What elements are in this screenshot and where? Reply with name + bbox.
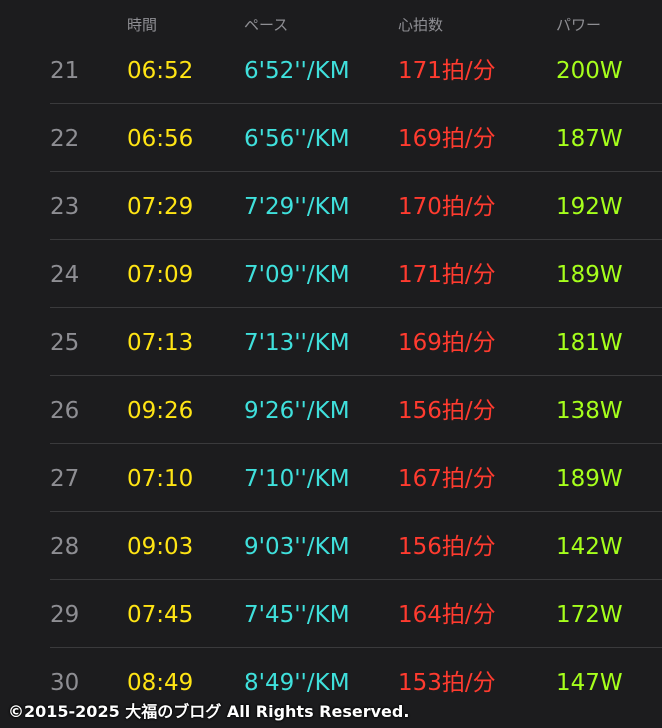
split-row[interactable]: 22 06:56 6'56''/KM 169拍/分 187W [0, 104, 662, 172]
split-index: 26 [50, 398, 80, 424]
split-time: 08:49 [127, 670, 194, 696]
split-pace: 7'29''/KM [244, 194, 350, 220]
copyright-watermark: ©2015-2025 大福のブログ All Rights Reserved. [8, 702, 410, 721]
split-heart-rate: 156拍/分 [398, 534, 496, 560]
split-power: 189W [556, 466, 623, 492]
splits-list: 21 06:52 6'52''/KM 171拍/分 200W 22 06:56 6'56''/… [0, 36, 662, 716]
split-row[interactable]: 21 06:52 6'52''/KM 171拍/分 200W [0, 36, 662, 104]
split-power: 200W [556, 58, 623, 84]
split-time: 09:26 [127, 398, 194, 424]
split-power: 192W [556, 194, 623, 220]
split-row[interactable]: 23 07:29 7'29''/KM 170拍/分 192W [0, 172, 662, 240]
split-index: 27 [50, 466, 80, 492]
split-time: 07:09 [127, 262, 194, 288]
split-heart-rate: 171拍/分 [398, 58, 496, 84]
split-row[interactable]: 28 09:03 9'03''/KM 156拍/分 142W [0, 512, 662, 580]
split-pace: 9'26''/KM [244, 398, 350, 424]
split-power: 138W [556, 398, 623, 424]
header-time: 時間 [127, 16, 158, 34]
split-index: 30 [50, 670, 80, 696]
split-pace: 6'52''/KM [244, 58, 350, 84]
header-pace: ペース [244, 16, 289, 34]
split-power: 181W [556, 330, 623, 356]
split-power: 189W [556, 262, 623, 288]
split-index: 24 [50, 262, 80, 288]
split-power: 172W [556, 602, 623, 628]
header-heart-rate: 心拍数 [398, 16, 444, 34]
split-power: 147W [556, 670, 623, 696]
split-pace: 6'56''/KM [244, 126, 350, 152]
split-row[interactable]: 29 07:45 7'45''/KM 164拍/分 172W [0, 580, 662, 648]
split-time: 07:45 [127, 602, 194, 628]
split-heart-rate: 167拍/分 [398, 466, 496, 492]
split-pace: 7'10''/KM [244, 466, 350, 492]
split-index: 29 [50, 602, 80, 628]
split-time: 06:56 [127, 126, 194, 152]
split-pace: 9'03''/KM [244, 534, 350, 560]
split-index: 21 [50, 58, 80, 84]
split-heart-rate: 169拍/分 [398, 126, 496, 152]
split-index: 23 [50, 194, 80, 220]
split-row[interactable]: 24 07:09 7'09''/KM 171拍/分 189W [0, 240, 662, 308]
split-row[interactable]: 27 07:10 7'10''/KM 167拍/分 189W [0, 444, 662, 512]
split-time: 07:13 [127, 330, 194, 356]
split-heart-rate: 171拍/分 [398, 262, 496, 288]
split-time: 06:52 [127, 58, 194, 84]
split-heart-rate: 170拍/分 [398, 194, 496, 220]
split-pace: 7'13''/KM [244, 330, 350, 356]
split-time: 07:10 [127, 466, 194, 492]
split-row[interactable]: 25 07:13 7'13''/KM 169拍/分 181W [0, 308, 662, 376]
splits-header: 時間 ペース 心拍数 パワー [0, 0, 662, 36]
split-time: 09:03 [127, 534, 194, 560]
split-power: 187W [556, 126, 623, 152]
split-pace: 7'45''/KM [244, 602, 350, 628]
split-heart-rate: 156拍/分 [398, 398, 496, 424]
split-pace: 7'09''/KM [244, 262, 350, 288]
split-row[interactable]: 26 09:26 9'26''/KM 156拍/分 138W [0, 376, 662, 444]
splits-screen: 時間 ペース 心拍数 パワー 21 06:52 6'52''/KM 171拍/分 200… [0, 0, 662, 728]
header-power: パワー [556, 16, 602, 34]
split-heart-rate: 164拍/分 [398, 602, 496, 628]
split-index: 22 [50, 126, 80, 152]
split-power: 142W [556, 534, 623, 560]
split-index: 28 [50, 534, 80, 560]
split-heart-rate: 169拍/分 [398, 330, 496, 356]
split-time: 07:29 [127, 194, 194, 220]
split-heart-rate: 153拍/分 [398, 670, 496, 696]
split-index: 25 [50, 330, 80, 356]
split-pace: 8'49''/KM [244, 670, 350, 696]
